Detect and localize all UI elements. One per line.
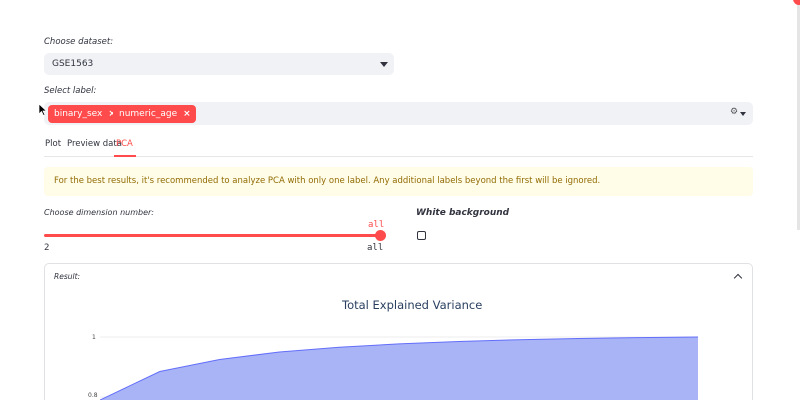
chip-label: numeric_age xyxy=(119,109,178,119)
label-multiselect[interactable]: binary_sex × numeric_age × ⚙ xyxy=(44,102,753,125)
result-label: Result: xyxy=(54,272,81,281)
chip-label: binary_sex xyxy=(54,109,103,119)
status-indicator-icon xyxy=(793,0,800,5)
mouse-cursor-icon xyxy=(39,104,47,116)
tab-preview-data[interactable]: Preview data xyxy=(67,139,122,149)
info-alert: For the best results, it's recommended t… xyxy=(44,167,753,196)
gear-icon[interactable]: ⚙ xyxy=(730,107,738,117)
white-background-label: White background xyxy=(416,208,510,218)
close-icon[interactable]: × xyxy=(183,109,191,119)
dimension-slider-thumb[interactable] xyxy=(375,230,386,241)
chip-binary-sex[interactable]: binary_sex × xyxy=(48,105,121,123)
y-tick-label: 1 xyxy=(92,334,96,341)
chevron-up-icon[interactable] xyxy=(733,273,743,283)
dimension-label: Choose dimension number: xyxy=(44,208,154,217)
chip-numeric-age[interactable]: numeric_age × xyxy=(113,105,196,123)
white-background-checkbox[interactable] xyxy=(417,231,426,240)
y-tick-label: 0.8 xyxy=(88,392,98,399)
dataset-select[interactable]: GSE1563 xyxy=(44,53,394,75)
info-message: For the best results, it's recommended t… xyxy=(54,176,601,186)
dataset-label: Choose dataset: xyxy=(44,37,114,47)
explained-variance-area xyxy=(100,337,698,400)
slider-min-label: 2 xyxy=(44,243,50,253)
tab-plot[interactable]: Plot xyxy=(45,139,61,149)
tab-pca[interactable]: PCA xyxy=(116,139,133,149)
dataset-select-value: GSE1563 xyxy=(52,59,94,69)
chevron-down-icon xyxy=(380,62,388,67)
chevron-down-icon[interactable] xyxy=(740,112,746,116)
slider-current-value: all xyxy=(368,220,385,230)
dimension-slider-track[interactable] xyxy=(44,234,382,237)
tab-bar-divider xyxy=(44,156,753,157)
active-tab-underline xyxy=(114,155,136,157)
label-select-label: Select label: xyxy=(44,86,97,96)
slider-max-label: all xyxy=(367,243,384,253)
explained-variance-chart xyxy=(100,336,699,400)
